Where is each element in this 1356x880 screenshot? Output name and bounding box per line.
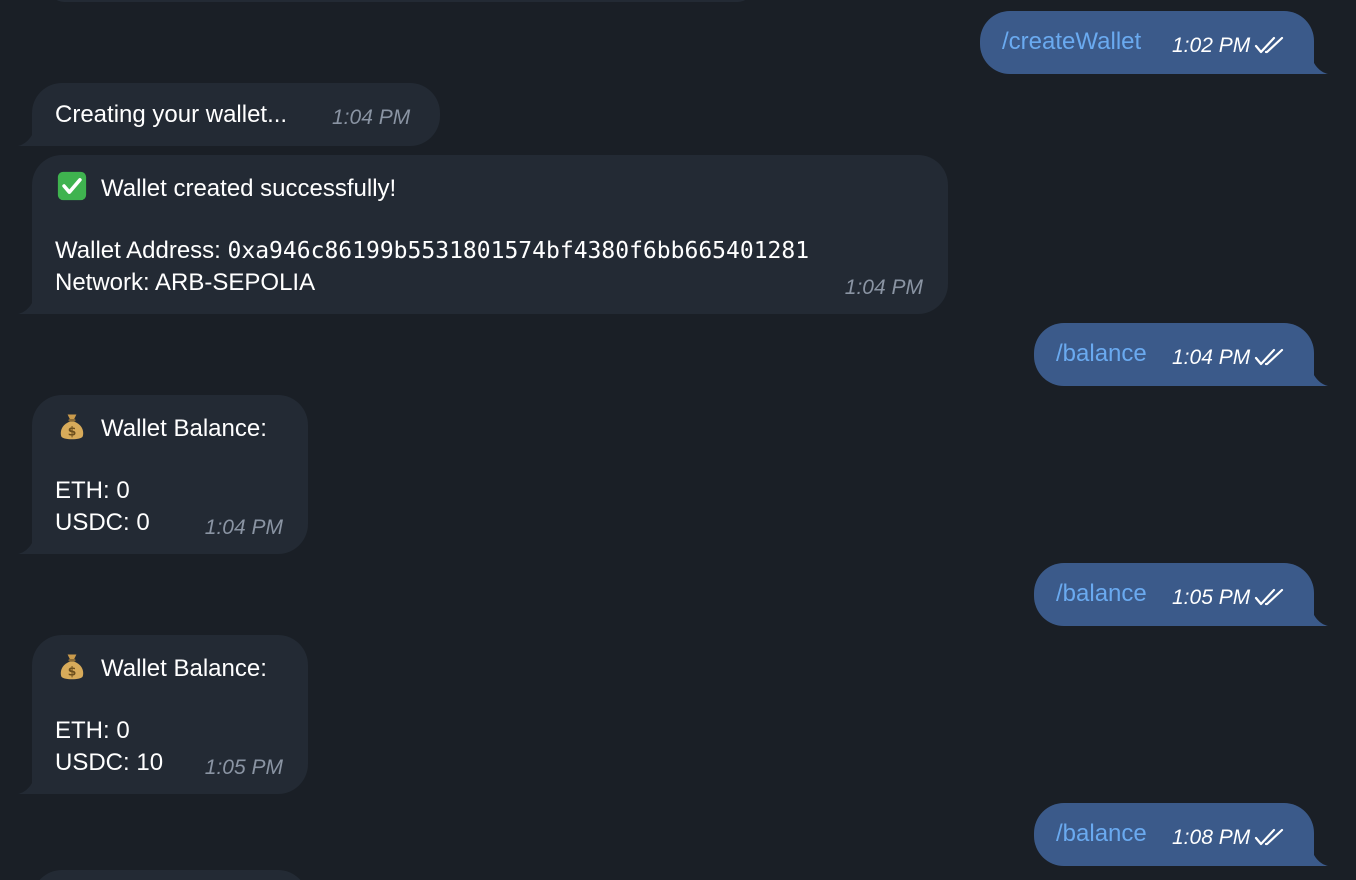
command-link-createwallet[interactable]: /createWallet	[1002, 26, 1141, 58]
message-time: 1:04 PM	[204, 516, 283, 539]
message-heading: Wallet Balance:	[101, 655, 267, 682]
message-time: 1:04 PM	[1172, 346, 1251, 369]
bubble-tail	[18, 774, 36, 794]
message-time: 1:04 PM	[332, 106, 411, 129]
read-double-check-icon	[1254, 347, 1286, 367]
bubble-tail	[18, 294, 36, 314]
incoming-message[interactable]: Wallet created successfully! Wallet Addr…	[32, 155, 948, 314]
message-text: Creating your wallet...	[55, 101, 288, 128]
message-heading: Wallet created successfully!	[101, 175, 397, 202]
outgoing-message[interactable]: /createWallet 1:02 PM	[980, 11, 1314, 74]
message-heading-line: Wallet created successfully!	[55, 171, 809, 203]
incoming-message[interactable]: Wallet Balance: ETH: 0 USDC: 0 1:04 PM	[32, 395, 308, 554]
eth-balance-line: ETH: 0	[55, 477, 130, 504]
outgoing-message[interactable]: /balance 1:08 PM	[1034, 803, 1314, 866]
outgoing-message[interactable]: /balance 1:04 PM	[1034, 323, 1314, 386]
money-bag-emoji-icon	[55, 411, 89, 441]
bubble-tail	[18, 126, 36, 146]
eth-balance-line: ETH: 0	[55, 717, 130, 744]
bubble-tail	[1310, 54, 1328, 74]
message-heading-line: Wallet Balance:	[55, 411, 267, 443]
money-bag-emoji-icon	[55, 651, 89, 681]
bubble-tail	[18, 534, 36, 554]
message-time: 1:05 PM	[1172, 586, 1251, 609]
check-mark-button-emoji-icon	[55, 171, 89, 201]
bubble-tail	[1310, 606, 1328, 626]
command-link-balance[interactable]: /balance	[1056, 578, 1147, 610]
read-double-check-icon	[1254, 827, 1286, 847]
message-time: 1:04 PM	[844, 276, 923, 299]
read-double-check-icon	[1254, 35, 1286, 55]
bubble-tail	[1310, 366, 1328, 386]
wallet-address-line: Wallet Address: 0xa946c86199b5531801574b…	[55, 235, 809, 267]
chat-history[interactable]: /createWallet 1:02 PM Creating your wall…	[0, 0, 1356, 880]
message-heading-line: Wallet Balance:	[55, 651, 267, 683]
previous-message-bubble	[50, 0, 752, 2]
command-link-balance[interactable]: /balance	[1056, 818, 1147, 850]
message-time: 1:05 PM	[204, 756, 283, 779]
message-time: 1:08 PM	[1172, 826, 1251, 849]
read-double-check-icon	[1254, 587, 1286, 607]
outgoing-message[interactable]: /balance 1:05 PM	[1034, 563, 1314, 626]
incoming-message[interactable]: Wallet Balance: ETH: 0 USDC: 10 1:05 PM	[32, 635, 308, 794]
wallet-address-label: Wallet Address:	[55, 237, 228, 264]
incoming-message[interactable]: Creating your wallet... 1:04 PM	[32, 83, 440, 146]
bubble-tail	[1310, 846, 1328, 866]
next-message-bubble	[32, 870, 308, 880]
wallet-address-value[interactable]: 0xa946c86199b5531801574bf4380f6bb6654012…	[228, 238, 810, 264]
message-time: 1:02 PM	[1172, 34, 1251, 57]
command-link-balance[interactable]: /balance	[1056, 338, 1147, 370]
network-line: Network: ARB-SEPOLIA	[55, 269, 316, 296]
message-heading: Wallet Balance:	[101, 415, 267, 442]
